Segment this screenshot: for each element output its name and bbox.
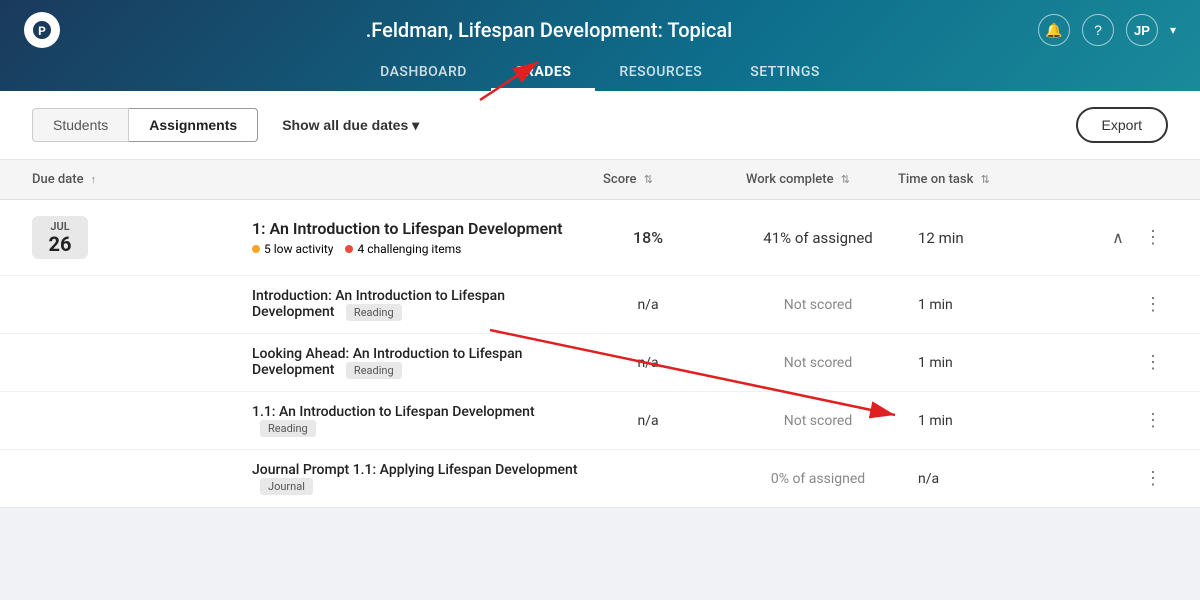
sub-item-3-work: Not scored — [718, 413, 918, 429]
low-activity-badge: 5 low activity — [252, 242, 333, 256]
sub-item-2-tag: Reading — [346, 362, 402, 379]
assignment-work: 41% of assigned — [718, 229, 918, 247]
table-header: Due date ↑ Score ⇅ Work complete ⇅ Time … — [0, 160, 1200, 200]
export-button[interactable]: Export — [1076, 107, 1168, 143]
avatar-dropdown-icon: ▾ — [1170, 23, 1176, 37]
sub-item-1-time: 1 min — [918, 297, 1098, 313]
view-tabs: Students Assignments — [32, 108, 258, 142]
filter-value: all due dates — [323, 117, 408, 133]
work-sort-icon: ⇅ — [841, 173, 850, 186]
time-on-task-col[interactable]: Time on task ⇅ — [898, 172, 1078, 187]
sub-item-2-more[interactable]: ⋮ — [1138, 352, 1168, 373]
sub-item-3-more[interactable]: ⋮ — [1138, 410, 1168, 431]
score-col[interactable]: Score ⇅ — [558, 172, 698, 187]
sub-item-2-work: Not scored — [718, 355, 918, 371]
students-tab[interactable]: Students — [32, 108, 129, 142]
avatar[interactable]: JP — [1126, 14, 1158, 46]
date-badge: JUL 26 — [32, 216, 88, 259]
more-options-button[interactable]: ⋮ — [1138, 227, 1168, 248]
tab-grades[interactable]: GRADES — [491, 56, 596, 91]
sub-item-4-time: n/a — [918, 471, 1098, 487]
challenging-items-badge: 4 challenging items — [345, 242, 461, 256]
logo: P — [24, 12, 60, 48]
assignment-group: JUL 26 1: An Introduction to Lifespan De… — [0, 200, 1200, 508]
svg-text:P: P — [38, 24, 46, 38]
sub-row-2: Looking Ahead: An Introduction to Lifesp… — [0, 333, 1200, 391]
sub-item-3-time: 1 min — [918, 413, 1098, 429]
toolbar: Students Assignments Show all due dates … — [0, 91, 1200, 160]
sub-item-3-score: n/a — [578, 413, 718, 429]
sub-item-2-time: 1 min — [918, 355, 1098, 371]
assignment-info: 1: An Introduction to Lifespan Developme… — [252, 219, 578, 256]
red-dot — [345, 245, 353, 253]
assignment-time: 12 min — [918, 229, 1098, 247]
due-date-sort-icon: ↑ — [91, 173, 97, 186]
sub-item-1-score: n/a — [578, 297, 718, 313]
sub-item-4-tag: Journal — [260, 478, 313, 495]
assignment-title: 1: An Introduction to Lifespan Developme… — [252, 219, 578, 238]
bell-icon[interactable]: 🔔 — [1038, 14, 1070, 46]
score-sort-icon: ⇅ — [644, 173, 653, 186]
time-sort-icon: ⇅ — [981, 173, 990, 186]
sub-item-3-title: 1.1: An Introduction to Lifespan Develop… — [252, 404, 578, 437]
sub-item-4-title: Journal Prompt 1.1: Applying Lifespan De… — [252, 462, 578, 495]
header: P .Feldman, Lifespan Development: Topica… — [0, 0, 1200, 91]
assignment-main-row: JUL 26 1: An Introduction to Lifespan De… — [0, 200, 1200, 275]
filter-arrow: ▾ — [412, 117, 419, 133]
sub-item-1-title: Introduction: An Introduction to Lifespa… — [252, 288, 578, 321]
sub-item-3-tag: Reading — [260, 420, 316, 437]
sub-item-2-score: n/a — [578, 355, 718, 371]
sub-row-4: Journal Prompt 1.1: Applying Lifespan De… — [0, 449, 1200, 507]
help-icon[interactable]: ? — [1082, 14, 1114, 46]
orange-dot — [252, 245, 260, 253]
assignment-score: 18% — [578, 228, 718, 247]
page-title: .Feldman, Lifespan Development: Topical — [60, 18, 1038, 42]
sub-item-1-work: Not scored — [718, 297, 918, 313]
sub-row-1: Introduction: An Introduction to Lifespa… — [0, 275, 1200, 333]
nav-tabs: DASHBOARD GRADES RESOURCES SETTINGS — [24, 56, 1176, 91]
date-filter[interactable]: Show all due dates ▾ — [282, 117, 419, 134]
header-icons: 🔔 ? JP ▾ — [1038, 14, 1176, 46]
work-complete-col[interactable]: Work complete ⇅ — [698, 172, 898, 187]
sub-item-4-work: 0% of assigned — [718, 471, 918, 487]
sub-item-4-more[interactable]: ⋮ — [1138, 468, 1168, 489]
tab-dashboard[interactable]: DASHBOARD — [356, 56, 491, 91]
sub-item-1-tag: Reading — [346, 304, 402, 321]
activity-badges: 5 low activity 4 challenging items — [252, 242, 578, 256]
sub-row-3: 1.1: An Introduction to Lifespan Develop… — [0, 391, 1200, 449]
expand-button[interactable]: ∧ — [1098, 228, 1138, 248]
tab-resources[interactable]: RESOURCES — [595, 56, 726, 91]
sub-item-1-more[interactable]: ⋮ — [1138, 294, 1168, 315]
assignments-tab[interactable]: Assignments — [129, 108, 258, 142]
due-date-col[interactable]: Due date ↑ — [32, 172, 252, 187]
main-content: Students Assignments Show all due dates … — [0, 91, 1200, 508]
filter-prefix: Show — [282, 117, 323, 133]
tab-settings[interactable]: SETTINGS — [726, 56, 844, 91]
sub-item-2-title: Looking Ahead: An Introduction to Lifesp… — [252, 346, 578, 379]
